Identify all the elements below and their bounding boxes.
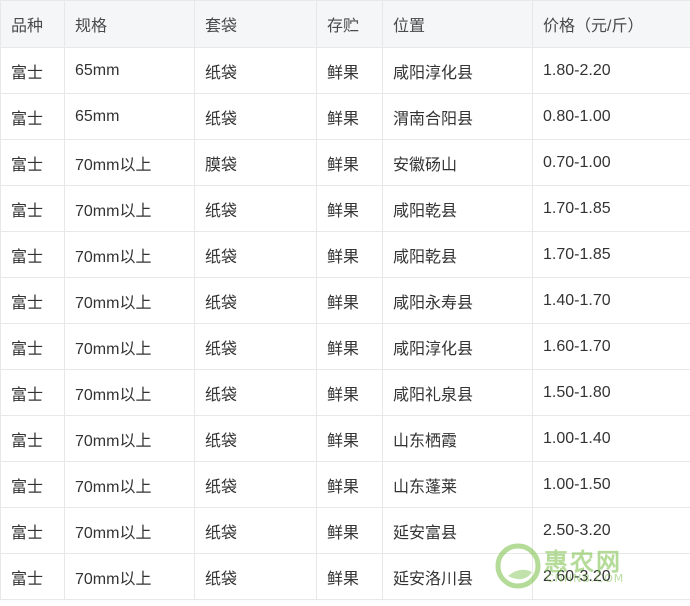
cell-variety: 富士 [0,553,65,600]
cell-storage: 鲜果 [316,553,383,600]
table-row: 富士 70mm以上 纸袋 鲜果 山东栖霞 1.00-1.40 [0,415,690,462]
cell-variety: 富士 [0,461,65,508]
header-variety: 品种 [0,0,65,48]
cell-storage: 鲜果 [316,415,383,462]
cell-storage: 鲜果 [316,231,383,278]
cell-spec: 70mm以上 [64,415,195,462]
cell-location: 安徽砀山 [382,139,533,186]
cell-spec: 65mm [64,47,195,94]
cell-location: 山东栖霞 [382,415,533,462]
table-row: 富士 65mm 纸袋 鲜果 咸阳淳化县 1.80-2.20 [0,47,690,94]
cell-storage: 鲜果 [316,369,383,416]
cell-location: 延安富县 [382,507,533,554]
cell-location: 咸阳淳化县 [382,323,533,370]
cell-spec: 70mm以上 [64,461,195,508]
cell-price: 1.00-1.50 [532,461,690,508]
cell-price: 0.80-1.00 [532,93,690,140]
header-storage: 存贮 [316,0,383,48]
table-row: 富士 70mm以上 纸袋 鲜果 咸阳永寿县 1.40-1.70 [0,277,690,324]
cell-price: 1.60-1.70 [532,323,690,370]
cell-bagging: 纸袋 [194,461,317,508]
table-row: 富士 65mm 纸袋 鲜果 渭南合阳县 0.80-1.00 [0,93,690,140]
cell-spec: 70mm以上 [64,139,195,186]
table-row: 富士 70mm以上 纸袋 鲜果 咸阳乾县 1.70-1.85 [0,231,690,278]
cell-bagging: 纸袋 [194,277,317,324]
cell-spec: 65mm [64,93,195,140]
table-body: 富士 65mm 纸袋 鲜果 咸阳淳化县 1.80-2.20 富士 65mm 纸袋 鲜果 渭南合阳县 0… [0,47,690,600]
cell-location: 渭南合阳县 [382,93,533,140]
cell-storage: 鲜果 [316,461,383,508]
table-row: 富士 70mm以上 膜袋 鲜果 安徽砀山 0.70-1.00 [0,139,690,186]
cell-storage: 鲜果 [316,185,383,232]
table-row: 富士 70mm以上 纸袋 鲜果 延安富县 2.50-3.20 [0,507,690,554]
cell-spec: 70mm以上 [64,323,195,370]
cell-spec: 70mm以上 [64,231,195,278]
cell-price: 2.60-3.20 [532,553,690,600]
cell-location: 咸阳礼泉县 [382,369,533,416]
cell-price: 1.70-1.85 [532,231,690,278]
cell-price: 1.50-1.80 [532,369,690,416]
table-row: 富士 70mm以上 纸袋 鲜果 咸阳礼泉县 1.50-1.80 [0,369,690,416]
cell-variety: 富士 [0,277,65,324]
cell-bagging: 纸袋 [194,185,317,232]
cell-storage: 鲜果 [316,507,383,554]
cell-price: 1.80-2.20 [532,47,690,94]
cell-variety: 富士 [0,415,65,462]
cell-variety: 富士 [0,139,65,186]
cell-variety: 富士 [0,369,65,416]
cell-storage: 鲜果 [316,277,383,324]
header-price: 价格（元/斤） [532,0,690,48]
cell-location: 咸阳淳化县 [382,47,533,94]
cell-location: 山东蓬莱 [382,461,533,508]
cell-price: 1.70-1.85 [532,185,690,232]
cell-spec: 70mm以上 [64,369,195,416]
cell-variety: 富士 [0,323,65,370]
table-header: 品种 规格 套袋 存贮 位置 价格（元/斤） [0,0,690,48]
cell-storage: 鲜果 [316,323,383,370]
cell-location: 咸阳永寿县 [382,277,533,324]
cell-bagging: 纸袋 [194,47,317,94]
header-bagging: 套袋 [194,0,317,48]
cell-bagging: 膜袋 [194,139,317,186]
cell-bagging: 纸袋 [194,507,317,554]
cell-bagging: 纸袋 [194,553,317,600]
cell-location: 咸阳乾县 [382,231,533,278]
cell-bagging: 纸袋 [194,369,317,416]
cell-variety: 富士 [0,47,65,94]
header-location: 位置 [382,0,533,48]
cell-bagging: 纸袋 [194,323,317,370]
cell-price: 2.50-3.20 [532,507,690,554]
cell-price: 0.70-1.00 [532,139,690,186]
cell-price: 1.00-1.40 [532,415,690,462]
table-row: 富士 70mm以上 纸袋 鲜果 延安洛川县 2.60-3.20 [0,553,690,600]
cell-bagging: 纸袋 [194,231,317,278]
cell-spec: 70mm以上 [64,553,195,600]
cell-location: 延安洛川县 [382,553,533,600]
cell-variety: 富士 [0,231,65,278]
cell-spec: 70mm以上 [64,185,195,232]
price-table: 品种 规格 套袋 存贮 位置 价格（元/斤） 富士 65mm 纸袋 鲜果 咸阳淳化县 1.… [0,0,690,600]
cell-spec: 70mm以上 [64,277,195,324]
cell-price: 1.40-1.70 [532,277,690,324]
cell-storage: 鲜果 [316,139,383,186]
cell-location: 咸阳乾县 [382,185,533,232]
header-spec: 规格 [64,0,195,48]
cell-storage: 鲜果 [316,47,383,94]
cell-variety: 富士 [0,93,65,140]
table-row: 富士 70mm以上 纸袋 鲜果 咸阳淳化县 1.60-1.70 [0,323,690,370]
cell-bagging: 纸袋 [194,415,317,462]
table-row: 富士 70mm以上 纸袋 鲜果 山东蓬莱 1.00-1.50 [0,461,690,508]
cell-bagging: 纸袋 [194,93,317,140]
header-row: 品种 规格 套袋 存贮 位置 价格（元/斤） [0,0,690,48]
cell-variety: 富士 [0,507,65,554]
cell-storage: 鲜果 [316,93,383,140]
cell-spec: 70mm以上 [64,507,195,554]
table-row: 富士 70mm以上 纸袋 鲜果 咸阳乾县 1.70-1.85 [0,185,690,232]
cell-variety: 富士 [0,185,65,232]
